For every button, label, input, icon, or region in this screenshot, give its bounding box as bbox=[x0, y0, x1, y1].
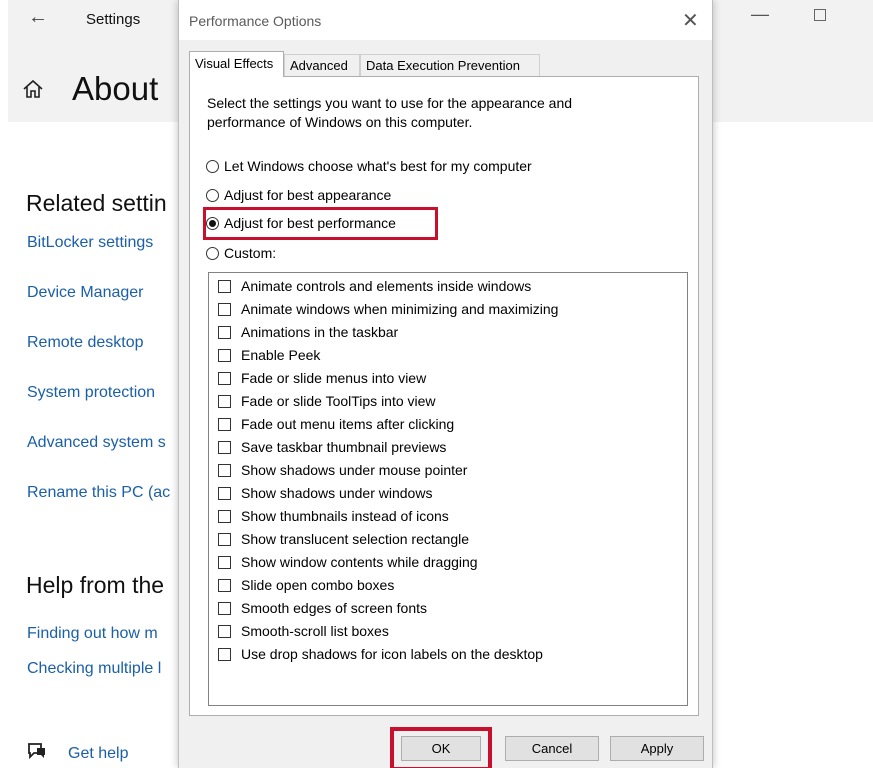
radio-label: Adjust for best appearance bbox=[224, 187, 392, 203]
tab-data-execution-prevention[interactable]: Data Execution Prevention bbox=[360, 54, 540, 76]
checkbox[interactable] bbox=[218, 509, 231, 523]
home-icon bbox=[23, 79, 43, 98]
list-item[interactable]: Animations in the taskbar bbox=[218, 322, 398, 342]
checkbox-label: Save taskbar thumbnail previews bbox=[241, 439, 447, 455]
dialog-tabs: Visual Effects Advanced Data Execution P… bbox=[189, 51, 709, 77]
intro-text: Select the settings you want to use for … bbox=[207, 95, 573, 130]
checkbox-label: Animate controls and elements inside win… bbox=[241, 278, 532, 294]
list-item[interactable]: Animate controls and elements inside win… bbox=[218, 276, 531, 296]
system-protection-link[interactable]: System protection bbox=[27, 384, 155, 402]
checkbox-label: Smooth edges of screen fonts bbox=[241, 600, 427, 616]
checkbox[interactable] bbox=[218, 302, 231, 316]
checkbox[interactable] bbox=[218, 578, 231, 592]
checkbox-label: Animations in the taskbar bbox=[241, 324, 399, 340]
checkbox-label: Show shadows under windows bbox=[241, 485, 433, 501]
visual-effects-list[interactable]: Animate controls and elements inside win… bbox=[208, 272, 688, 706]
minimize-icon[interactable]: — bbox=[751, 4, 769, 25]
list-item[interactable]: Fade out menu items after clicking bbox=[218, 414, 454, 434]
tab-visual-effects[interactable]: Visual Effects bbox=[189, 51, 284, 77]
list-item[interactable]: Show translucent selection rectangle bbox=[218, 529, 469, 549]
list-item[interactable]: Animate windows when minimizing and maxi… bbox=[218, 299, 558, 319]
bitlocker-settings-link[interactable]: BitLocker settings bbox=[27, 234, 153, 252]
checkbox[interactable] bbox=[218, 647, 231, 661]
checkbox-label: Fade or slide menus into view bbox=[241, 370, 427, 386]
list-item[interactable]: Fade or slide ToolTips into view bbox=[218, 391, 436, 411]
advanced-system-settings-link[interactable]: Advanced system s bbox=[27, 434, 166, 452]
settings-window-title: Settings bbox=[86, 11, 141, 28]
remote-desktop-link[interactable]: Remote desktop bbox=[27, 334, 144, 352]
list-item[interactable]: Save taskbar thumbnail previews bbox=[218, 437, 446, 457]
list-item[interactable]: Slide open combo boxes bbox=[218, 575, 394, 595]
related-settings-heading: Related settin bbox=[26, 190, 167, 216]
radio-button[interactable] bbox=[206, 188, 219, 202]
dialog-title: Performance Options bbox=[189, 13, 322, 29]
list-item[interactable]: Show shadows under mouse pointer bbox=[218, 460, 467, 480]
checkbox[interactable] bbox=[218, 394, 231, 408]
list-item[interactable]: Smooth edges of screen fonts bbox=[218, 598, 427, 618]
checkbox-label: Fade or slide ToolTips into view bbox=[241, 393, 436, 409]
apply-button[interactable]: Apply bbox=[610, 736, 704, 761]
performance-options-dialog: Performance Options ✕ Visual Effects Adv… bbox=[178, 0, 713, 768]
checkbox[interactable] bbox=[218, 624, 231, 638]
checkbox-label: Smooth-scroll list boxes bbox=[241, 623, 389, 639]
checkbox[interactable] bbox=[218, 279, 231, 293]
checkbox-label: Show translucent selection rectangle bbox=[241, 531, 470, 547]
checkbox[interactable] bbox=[218, 555, 231, 569]
radio-button[interactable] bbox=[206, 246, 219, 260]
radio-label: Custom: bbox=[224, 245, 277, 261]
checkbox-label: Show window contents while dragging bbox=[241, 554, 478, 570]
close-icon[interactable]: ✕ bbox=[682, 8, 699, 33]
get-help-link[interactable]: Get help bbox=[68, 745, 128, 763]
checkbox-label: Show thumbnails instead of icons bbox=[241, 508, 449, 524]
checkbox[interactable] bbox=[218, 417, 231, 431]
list-item[interactable]: Show window contents while dragging bbox=[218, 552, 478, 572]
tab-advanced[interactable]: Advanced bbox=[284, 54, 360, 76]
radio-best-appearance[interactable]: Adjust for best appearance bbox=[206, 184, 391, 206]
checkbox[interactable] bbox=[218, 463, 231, 477]
checkbox-label: Show shadows under mouse pointer bbox=[241, 462, 468, 478]
list-item[interactable]: Show thumbnails instead of icons bbox=[218, 506, 449, 526]
help-link-1[interactable]: Finding out how m bbox=[27, 625, 158, 643]
list-item[interactable]: Fade or slide menus into view bbox=[218, 368, 426, 388]
back-arrow-icon[interactable]: ← bbox=[28, 6, 48, 29]
checkbox-label: Enable Peek bbox=[241, 347, 321, 363]
device-manager-link[interactable]: Device Manager bbox=[27, 284, 144, 302]
list-item[interactable]: Enable Peek bbox=[218, 345, 320, 365]
radio-label: Let Windows choose what's best for my co… bbox=[224, 158, 532, 174]
help-link-2[interactable]: Checking multiple l bbox=[27, 660, 161, 678]
help-heading: Help from the bbox=[26, 572, 165, 598]
checkbox-label: Fade out menu items after clicking bbox=[241, 416, 455, 432]
checkbox[interactable] bbox=[218, 348, 231, 362]
checkbox-label: Use drop shadows for icon labels on the … bbox=[241, 646, 543, 662]
highlight-box bbox=[203, 207, 438, 240]
visual-effects-panel: Select the settings you want to use for … bbox=[189, 76, 699, 716]
list-item[interactable]: Use drop shadows for icon labels on the … bbox=[218, 644, 543, 664]
checkbox[interactable] bbox=[218, 532, 231, 546]
help-chat-icon bbox=[28, 743, 45, 760]
list-item[interactable]: Smooth-scroll list boxes bbox=[218, 621, 389, 641]
list-item[interactable]: Show shadows under windows bbox=[218, 483, 432, 503]
checkbox[interactable] bbox=[218, 440, 231, 454]
maximize-icon[interactable] bbox=[814, 9, 826, 21]
checkbox[interactable] bbox=[218, 601, 231, 615]
cancel-button[interactable]: Cancel bbox=[505, 736, 599, 761]
radio-let-windows-choose[interactable]: Let Windows choose what's best for my co… bbox=[206, 155, 532, 177]
rename-pc-link[interactable]: Rename this PC (ac bbox=[27, 484, 170, 502]
checkbox-label: Animate windows when minimizing and maxi… bbox=[241, 301, 559, 317]
checkbox[interactable] bbox=[218, 325, 231, 339]
checkbox-label: Slide open combo boxes bbox=[241, 577, 395, 593]
dialog-titlebar: Performance Options ✕ bbox=[179, 0, 712, 40]
highlight-box bbox=[390, 727, 492, 768]
radio-button[interactable] bbox=[206, 159, 219, 173]
page-title: About bbox=[72, 70, 159, 107]
radio-custom[interactable]: Custom: bbox=[206, 242, 276, 264]
checkbox[interactable] bbox=[218, 486, 231, 500]
checkbox[interactable] bbox=[218, 371, 231, 385]
